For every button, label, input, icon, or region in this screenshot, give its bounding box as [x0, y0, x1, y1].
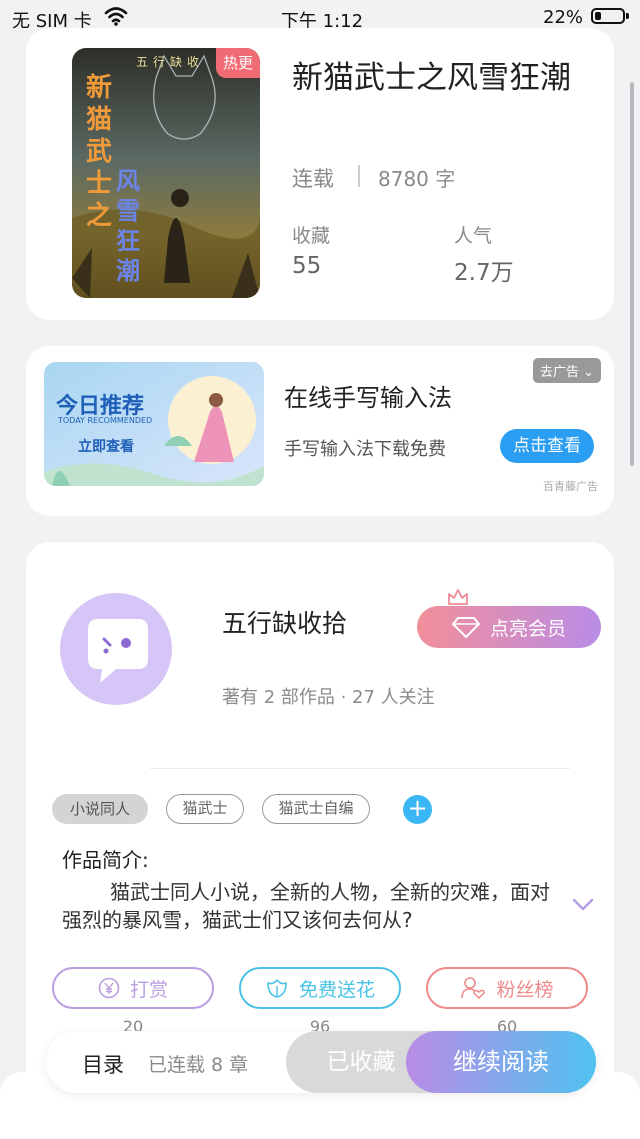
intro-text: 猫武士同人小说，全新的人物，全新的灾难，面对强烈的暴风雪，猫武士们又该何去何从?: [62, 880, 550, 932]
fan-ranking-button[interactable]: 粉丝榜: [426, 967, 588, 1009]
tag[interactable]: 猫武士自编: [262, 794, 370, 824]
ad-title: 在线手写输入法: [284, 384, 452, 412]
continue-reading-button[interactable]: 继续阅读: [406, 1031, 596, 1093]
wifi-icon: [104, 7, 128, 26]
stat-value-popularity: 2.7万: [454, 260, 514, 286]
intro-heading: 作品简介:: [62, 848, 149, 872]
chevron-down-icon: ⌄: [583, 365, 595, 380]
stat-label-popularity: 人气: [454, 225, 493, 247]
tag[interactable]: 小说同人: [52, 794, 148, 824]
plus-icon: +: [407, 794, 428, 822]
table-of-contents-button[interactable]: 目录: [82, 1049, 124, 1079]
user-heart-icon: [461, 977, 486, 1000]
book-cover[interactable]: 五行缺收 新猫武士之 风雪狂潮 热更: [72, 48, 260, 298]
send-flower-button[interactable]: 免费送花: [239, 967, 401, 1009]
send-flower-label: 免费送花: [298, 978, 375, 1001]
divider: [358, 165, 360, 187]
ad-image-subheading: TODAY RECOMMENDED: [58, 416, 153, 425]
scrollbar[interactable]: [630, 82, 634, 466]
vip-button-label: 点亮会员: [489, 617, 566, 640]
reward-button[interactable]: 打赏: [52, 967, 214, 1009]
ad-description: 手写输入法下载免费: [284, 439, 446, 460]
ad-image[interactable]: 今日推荐 TODAY RECOMMENDED 立即查看: [44, 362, 264, 486]
cover-top-text: 五行缺收: [136, 55, 205, 69]
flower-icon: [267, 979, 287, 998]
ad-view-button[interactable]: 点击查看: [500, 429, 594, 463]
yen-coin-icon: [98, 977, 120, 999]
ad-source: 百青藤广告: [543, 480, 598, 493]
chapter-count: 已连载 8 章: [148, 1054, 249, 1076]
vip-button[interactable]: 点亮会员: [417, 606, 601, 648]
stat-label-favorites: 收藏: [292, 225, 331, 247]
battery-icon: [591, 8, 629, 24]
hot-badge: 热更: [215, 48, 260, 78]
remove-ad-label: 去广告: [540, 365, 580, 380]
tag[interactable]: 猫武士: [166, 794, 244, 824]
stat-value-favorites: 55: [292, 253, 322, 279]
reward-label: 打赏: [129, 978, 168, 1001]
cover-title-right: 风雪狂潮: [116, 167, 140, 285]
cover-title-left: 新猫武士之: [86, 73, 113, 231]
remove-ad-button[interactable]: 去广告 ⌄: [533, 358, 602, 383]
author-name[interactable]: 五行缺收拾: [222, 604, 347, 640]
avatar[interactable]: [60, 593, 172, 705]
expand-chevron-icon[interactable]: [572, 898, 594, 912]
divider: [150, 768, 570, 769]
crown-icon: [448, 589, 468, 605]
chat-bubble-icon: [88, 619, 148, 683]
author-meta: 著有 2 部作品 · 27 人关注: [222, 687, 435, 708]
add-tag-button[interactable]: +: [403, 795, 432, 824]
diamond-icon: [451, 617, 480, 638]
book-status: 连载: [292, 167, 334, 191]
word-count: 8780 字: [378, 167, 456, 191]
book-title: 新猫武士之风雪狂潮: [292, 60, 571, 96]
ad-image-cta: 立即查看: [78, 439, 134, 455]
battery-percent: 22%: [543, 7, 584, 28]
fan-ranking-label: 粉丝榜: [496, 978, 554, 1001]
